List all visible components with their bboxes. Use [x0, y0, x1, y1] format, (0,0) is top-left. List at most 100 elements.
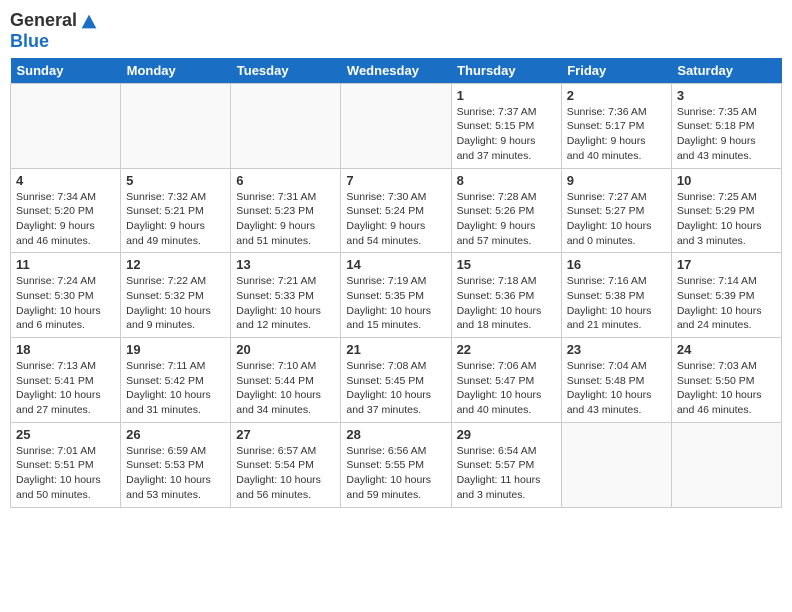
day-info: Sunrise: 7:10 AMSunset: 5:44 PMDaylight:…: [236, 359, 335, 418]
header: General Blue: [10, 10, 782, 52]
day-info: Sunrise: 7:03 AMSunset: 5:50 PMDaylight:…: [677, 359, 776, 418]
logo-blue: Blue: [10, 31, 49, 51]
calendar-cell: 23Sunrise: 7:04 AMSunset: 5:48 PMDayligh…: [561, 338, 671, 423]
day-number: 18: [16, 342, 115, 357]
calendar-cell: 4 Sunrise: 7:34 AMSunset: 5:20 PMDaylight…: [11, 168, 121, 253]
day-number: 1: [457, 88, 556, 103]
calendar-cell: 19 Sunrise: 7:11 AMSunset: 5:42 PMDayligh…: [121, 338, 231, 423]
calendar-cell: 3 Sunrise: 7:35 AMSunset: 5:18 PMDaylight…: [671, 83, 781, 168]
day-info: Sunrise: 7:27 AMSunset: 5:27 PMDaylight:…: [567, 190, 666, 249]
day-info: Sunrise: 7:28 AMSunset: 5:26 PMDaylight:…: [457, 190, 556, 249]
day-number: 20: [236, 342, 335, 357]
day-number: 15: [457, 257, 556, 272]
day-number: 22: [457, 342, 556, 357]
day-info: Sunrise: 7:18 AMSunset: 5:36 PMDaylight:…: [457, 274, 556, 333]
calendar-week-row: 11 Sunrise: 7:24 AMSunset: 5:30 PMDayligh…: [11, 253, 782, 338]
calendar-cell: 27Sunrise: 6:57 AMSunset: 5:54 PMDayligh…: [231, 422, 341, 507]
day-number: 11: [16, 257, 115, 272]
calendar-cell: 14 Sunrise: 7:19 AMSunset: 5:35 PMDayligh…: [341, 253, 451, 338]
day-number: 3: [677, 88, 776, 103]
calendar-cell: [341, 83, 451, 168]
day-number: 24: [677, 342, 776, 357]
day-of-week-header: Monday: [121, 58, 231, 84]
day-info: Sunrise: 7:37 AMSunset: 5:15 PMDaylight:…: [457, 105, 556, 164]
day-number: 9: [567, 173, 666, 188]
calendar-header-row: SundayMondayTuesdayWednesdayThursdayFrid…: [11, 58, 782, 84]
day-number: 17: [677, 257, 776, 272]
calendar-cell: 10 Sunrise: 7:25 AMSunset: 5:29 PMDayligh…: [671, 168, 781, 253]
calendar-cell: [121, 83, 231, 168]
calendar-cell: 8 Sunrise: 7:28 AMSunset: 5:26 PMDaylight…: [451, 168, 561, 253]
calendar-cell: 9 Sunrise: 7:27 AMSunset: 5:27 PMDaylight…: [561, 168, 671, 253]
day-info: Sunrise: 7:06 AMSunset: 5:47 PMDaylight:…: [457, 359, 556, 418]
calendar-cell: [231, 83, 341, 168]
calendar-cell: 15 Sunrise: 7:18 AMSunset: 5:36 PMDayligh…: [451, 253, 561, 338]
calendar-cell: 16 Sunrise: 7:16 AMSunset: 5:38 PMDayligh…: [561, 253, 671, 338]
day-number: 23: [567, 342, 666, 357]
day-number: 25: [16, 427, 115, 442]
day-info: Sunrise: 6:57 AMSunset: 5:54 PMDaylight:…: [236, 444, 335, 503]
calendar-cell: [561, 422, 671, 507]
day-info: Sunrise: 6:54 AMSunset: 5:57 PMDaylight:…: [457, 444, 556, 503]
day-number: 19: [126, 342, 225, 357]
day-of-week-header: Friday: [561, 58, 671, 84]
calendar-table: SundayMondayTuesdayWednesdayThursdayFrid…: [10, 58, 782, 508]
calendar-week-row: 1 Sunrise: 7:37 AMSunset: 5:15 PMDaylight…: [11, 83, 782, 168]
day-info: Sunrise: 7:21 AMSunset: 5:33 PMDaylight:…: [236, 274, 335, 333]
calendar-cell: 18Sunrise: 7:13 AMSunset: 5:41 PMDayligh…: [11, 338, 121, 423]
day-info: Sunrise: 7:32 AMSunset: 5:21 PMDaylight:…: [126, 190, 225, 249]
day-number: 14: [346, 257, 445, 272]
logo: General Blue: [10, 10, 100, 52]
day-info: Sunrise: 7:01 AMSunset: 5:51 PMDaylight:…: [16, 444, 115, 503]
day-info: Sunrise: 7:19 AMSunset: 5:35 PMDaylight:…: [346, 274, 445, 333]
day-of-week-header: Tuesday: [231, 58, 341, 84]
calendar-cell: 1 Sunrise: 7:37 AMSunset: 5:15 PMDaylight…: [451, 83, 561, 168]
day-of-week-header: Sunday: [11, 58, 121, 84]
day-info: Sunrise: 7:14 AMSunset: 5:39 PMDaylight:…: [677, 274, 776, 333]
calendar-cell: 12Sunrise: 7:22 AMSunset: 5:32 PMDayligh…: [121, 253, 231, 338]
calendar-cell: 13 Sunrise: 7:21 AMSunset: 5:33 PMDayligh…: [231, 253, 341, 338]
day-info: Sunrise: 7:16 AMSunset: 5:38 PMDaylight:…: [567, 274, 666, 333]
day-info: Sunrise: 6:59 AMSunset: 5:53 PMDaylight:…: [126, 444, 225, 503]
calendar-cell: 28 Sunrise: 6:56 AMSunset: 5:55 PMDayligh…: [341, 422, 451, 507]
day-of-week-header: Thursday: [451, 58, 561, 84]
day-number: 4: [16, 173, 115, 188]
calendar-cell: 24 Sunrise: 7:03 AMSunset: 5:50 PMDayligh…: [671, 338, 781, 423]
day-number: 12: [126, 257, 225, 272]
calendar-cell: [671, 422, 781, 507]
calendar-week-row: 4 Sunrise: 7:34 AMSunset: 5:20 PMDaylight…: [11, 168, 782, 253]
day-number: 28: [346, 427, 445, 442]
calendar-cell: 17 Sunrise: 7:14 AMSunset: 5:39 PMDayligh…: [671, 253, 781, 338]
day-info: Sunrise: 7:36 AMSunset: 5:17 PMDaylight:…: [567, 105, 666, 164]
calendar-cell: 7 Sunrise: 7:30 AMSunset: 5:24 PMDaylight…: [341, 168, 451, 253]
calendar-cell: 6Sunrise: 7:31 AMSunset: 5:23 PMDaylight…: [231, 168, 341, 253]
day-number: 8: [457, 173, 556, 188]
day-number: 2: [567, 88, 666, 103]
day-info: Sunrise: 7:25 AMSunset: 5:29 PMDaylight:…: [677, 190, 776, 249]
day-info: Sunrise: 7:11 AMSunset: 5:42 PMDaylight:…: [126, 359, 225, 418]
day-number: 7: [346, 173, 445, 188]
day-number: 13: [236, 257, 335, 272]
day-info: Sunrise: 7:24 AMSunset: 5:30 PMDaylight:…: [16, 274, 115, 333]
day-number: 16: [567, 257, 666, 272]
day-info: Sunrise: 7:34 AMSunset: 5:20 PMDaylight:…: [16, 190, 115, 249]
calendar-cell: 2 Sunrise: 7:36 AMSunset: 5:17 PMDaylight…: [561, 83, 671, 168]
day-info: Sunrise: 6:56 AMSunset: 5:55 PMDaylight:…: [346, 444, 445, 503]
day-info: Sunrise: 7:35 AMSunset: 5:18 PMDaylight:…: [677, 105, 776, 164]
calendar-cell: [11, 83, 121, 168]
calendar-cell: 29 Sunrise: 6:54 AMSunset: 5:57 PMDayligh…: [451, 422, 561, 507]
calendar-cell: 22 Sunrise: 7:06 AMSunset: 5:47 PMDayligh…: [451, 338, 561, 423]
day-number: 5: [126, 173, 225, 188]
calendar-cell: 26Sunrise: 6:59 AMSunset: 5:53 PMDayligh…: [121, 422, 231, 507]
calendar-week-row: 25 Sunrise: 7:01 AMSunset: 5:51 PMDayligh…: [11, 422, 782, 507]
calendar-cell: 20 Sunrise: 7:10 AMSunset: 5:44 PMDayligh…: [231, 338, 341, 423]
day-of-week-header: Wednesday: [341, 58, 451, 84]
calendar-week-row: 18Sunrise: 7:13 AMSunset: 5:41 PMDayligh…: [11, 338, 782, 423]
day-number: 21: [346, 342, 445, 357]
day-number: 10: [677, 173, 776, 188]
calendar-cell: 11 Sunrise: 7:24 AMSunset: 5:30 PMDayligh…: [11, 253, 121, 338]
day-info: Sunrise: 7:08 AMSunset: 5:45 PMDaylight:…: [346, 359, 445, 418]
day-info: Sunrise: 7:30 AMSunset: 5:24 PMDaylight:…: [346, 190, 445, 249]
day-number: 6: [236, 173, 335, 188]
day-number: 29: [457, 427, 556, 442]
